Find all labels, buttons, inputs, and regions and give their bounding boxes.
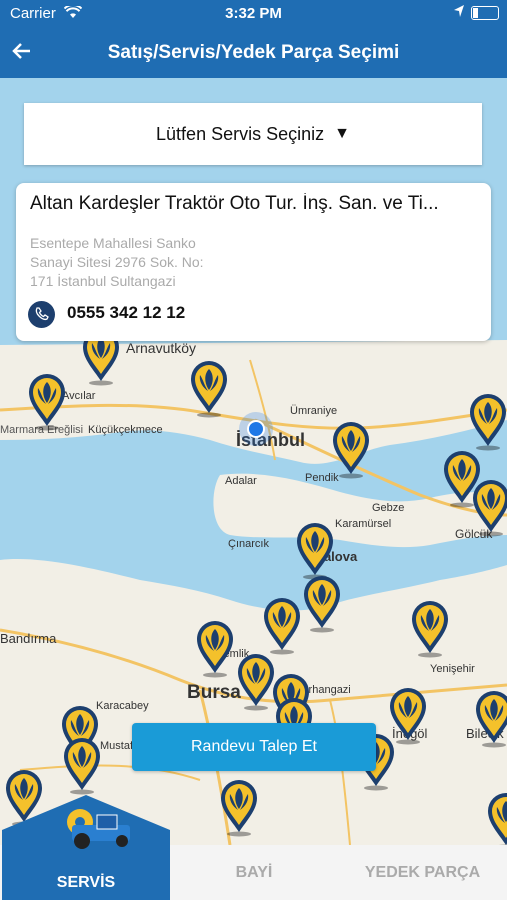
tab-bayi[interactable]: BAYİ	[170, 845, 338, 900]
new-holland-pin-icon[interactable]	[236, 652, 276, 712]
map-label: Ümraniye	[290, 405, 338, 417]
new-holland-pin-icon[interactable]	[471, 478, 507, 538]
new-holland-pin-icon[interactable]	[302, 574, 342, 634]
navigation-bar: Satış/Servis/Yedek Parça Seçimi	[0, 28, 507, 78]
service-phone[interactable]: 0555 342 12 12	[67, 303, 185, 323]
address-line: Esentepe Mahallesi Sanko	[30, 235, 196, 251]
status-bar: Carrier 3:32 PM	[0, 0, 507, 28]
new-holland-pin-icon[interactable]	[474, 689, 507, 749]
new-holland-pin-icon[interactable]	[27, 372, 67, 432]
current-location-marker	[239, 412, 273, 446]
tab-bar: SERVİS BAYİ YEDEK PARÇA	[0, 835, 507, 900]
location-arrow-icon	[453, 4, 465, 22]
address-line: 171 İstanbul Sultangazi	[30, 273, 176, 289]
new-holland-pin-icon[interactable]	[219, 778, 259, 838]
tab-label: SERVİS	[56, 874, 116, 891]
appointment-request-button[interactable]: Randevu Talep Et	[132, 723, 376, 771]
tab-label: YEDEK PARÇA	[364, 863, 481, 881]
tractor-service-icon	[2, 795, 170, 850]
new-holland-pin-icon[interactable]	[195, 619, 235, 679]
phone-icon[interactable]	[28, 301, 55, 328]
map-label: Bursa	[187, 682, 241, 703]
service-info-card[interactable]: Altan Kardeşler Traktör Oto Tur. İnş. Sa…	[16, 183, 491, 341]
page-title: Satış/Servis/Yedek Parça Seçimi	[107, 42, 400, 63]
service-address: Esentepe Mahallesi Sanko Sanayi Sitesi 2…	[30, 234, 250, 291]
map-label: Arnavutköy	[126, 340, 197, 356]
map-label: Küçükçekmece	[88, 424, 163, 436]
map-label: Karamürsel	[335, 518, 392, 530]
service-select-label: Lütfen Servis Seçiniz	[156, 123, 325, 144]
battery-icon	[471, 6, 499, 20]
new-holland-pin-icon[interactable]	[410, 599, 450, 659]
map-label: Karacabey	[96, 700, 149, 712]
new-holland-pin-icon[interactable]	[262, 596, 302, 656]
map-label: Çınarcık	[228, 538, 269, 550]
map-label: Yenişehir	[430, 663, 475, 675]
clock: 3:32 PM	[225, 5, 282, 22]
address-line: Sanayi Sitesi 2976 Sok. No:	[30, 254, 204, 270]
new-holland-pin-icon[interactable]	[62, 736, 102, 796]
map-label: Gebze	[372, 502, 405, 514]
map-label: Bandırma	[0, 631, 57, 646]
new-holland-pin-icon[interactable]	[331, 420, 371, 480]
service-name: Altan Kardeşler Traktör Oto Tur. İnş. Sa…	[30, 193, 439, 214]
new-holland-pin-icon[interactable]	[468, 392, 507, 452]
new-holland-pin-icon[interactable]	[486, 791, 507, 845]
map-label: Adalar	[225, 475, 257, 487]
new-holland-pin-icon[interactable]	[189, 359, 229, 419]
triangle-down-icon: ▼	[334, 125, 350, 142]
map-label: Avcılar	[62, 390, 96, 402]
new-holland-pin-icon[interactable]	[295, 521, 335, 581]
tab-yedek-parca[interactable]: YEDEK PARÇA	[338, 845, 507, 900]
service-select[interactable]: Lütfen Servis Seçiniz ▼	[24, 103, 482, 165]
tab-label: BAYİ	[235, 863, 273, 881]
